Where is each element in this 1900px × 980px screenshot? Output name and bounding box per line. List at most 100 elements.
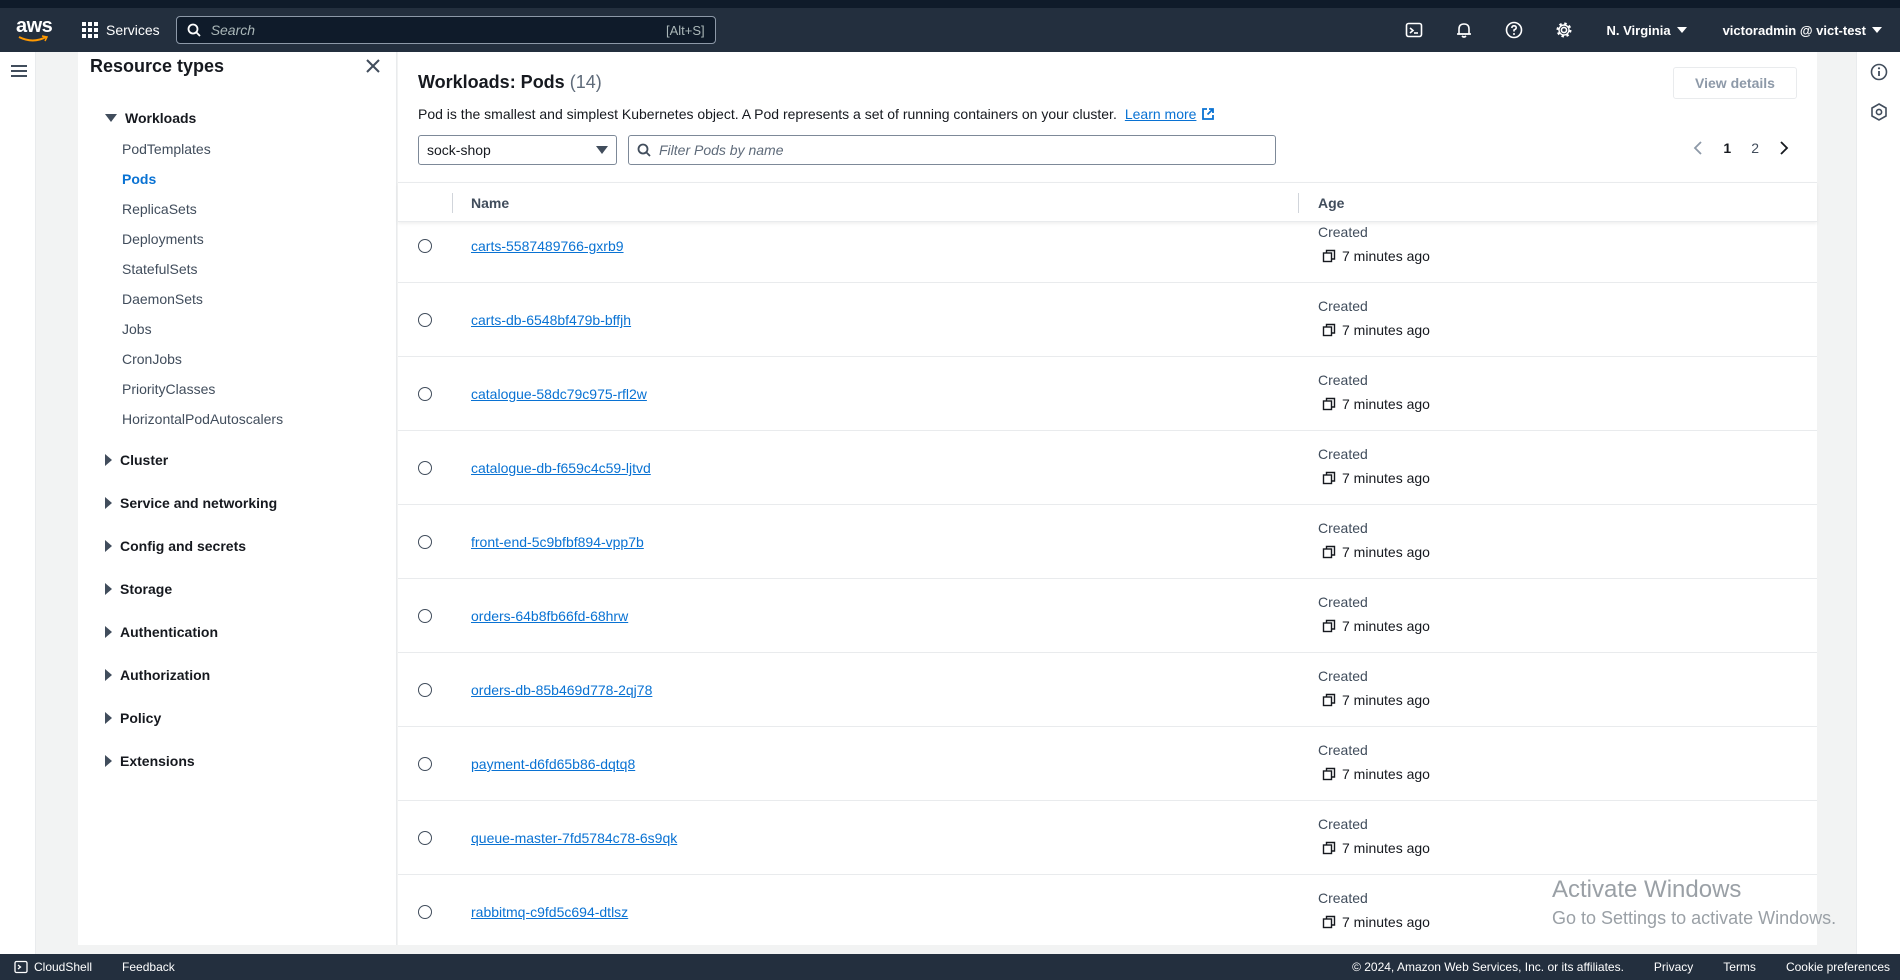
tree-item-jobs[interactable]: Jobs <box>122 321 152 337</box>
pod-name-link[interactable]: orders-db-85b469d778-2qj78 <box>471 682 652 698</box>
namespace-select[interactable]: sock-shop <box>418 135 617 165</box>
row-select-radio[interactable] <box>418 757 432 771</box>
pod-name-link[interactable]: payment-d6fd65b86-dqtq8 <box>471 756 635 772</box>
pod-name-link[interactable]: catalogue-db-f659c4c59-ljtvd <box>471 460 651 476</box>
row-select-radio[interactable] <box>418 239 432 253</box>
gear-icon <box>1555 22 1572 38</box>
help-button[interactable] <box>1489 8 1539 52</box>
filter-pods-input[interactable] <box>659 142 1267 158</box>
row-select-radio[interactable] <box>418 905 432 919</box>
search-shortcut: [Alt+S] <box>666 22 705 38</box>
tree-item-statefulsets[interactable]: StatefulSets <box>122 261 198 277</box>
page-2[interactable]: 2 <box>1751 140 1759 156</box>
tree-group-label: Service and networking <box>120 495 278 511</box>
page-title: Workloads: Pods (14) <box>418 72 602 93</box>
column-header-age[interactable]: Age <box>1318 195 1344 211</box>
view-details-button[interactable]: View details <box>1673 67 1797 99</box>
tree-group-storage[interactable]: Storage <box>105 581 172 597</box>
tree-group-label: Cluster <box>120 452 169 468</box>
feedback-link[interactable]: Feedback <box>122 960 175 974</box>
tree-group-policy[interactable]: Policy <box>105 710 161 726</box>
chevron-right-icon[interactable] <box>1779 141 1789 155</box>
pod-name-link[interactable]: orders-64b8fb66fd-68hrw <box>471 608 628 624</box>
tree-item-cronjobs[interactable]: CronJobs <box>122 351 182 367</box>
chevron-left-icon[interactable] <box>1693 141 1703 155</box>
learn-more-link[interactable]: Learn more <box>1125 106 1216 122</box>
pod-name-link[interactable]: rabbitmq-c9fd5c694-dtlsz <box>471 904 628 920</box>
search-input[interactable] <box>210 22 667 38</box>
row-select-radio[interactable] <box>418 461 432 475</box>
cookie-preferences-link[interactable]: Cookie preferences <box>1786 960 1890 974</box>
table-row[interactable]: carts-5587489766-gxrb9 Created 7 minutes a… <box>398 222 1817 283</box>
terms-link[interactable]: Terms <box>1723 960 1756 974</box>
age-value: 7 minutes ago <box>1322 322 1430 338</box>
account-menu[interactable]: victoradmin @ vict-test <box>1705 23 1900 38</box>
tree-group-workloads[interactable]: Workloads <box>105 110 196 126</box>
tree-item-replicasets[interactable]: ReplicaSets <box>122 201 197 217</box>
filter-pods[interactable] <box>628 135 1276 165</box>
tree-item-podtemplates[interactable]: PodTemplates <box>122 141 211 157</box>
services-menu-button[interactable]: Services <box>82 22 160 38</box>
hexagon-tools-icon[interactable] <box>1869 102 1889 122</box>
hamburger-menu-icon[interactable] <box>11 65 27 77</box>
copy-icon[interactable] <box>1322 841 1336 855</box>
info-icon[interactable] <box>1869 62 1889 82</box>
tree-item-horizontalpodautoscalers[interactable]: HorizontalPodAutoscalers <box>122 411 283 427</box>
tree-item-deployments[interactable]: Deployments <box>122 231 204 247</box>
column-header-name[interactable]: Name <box>471 195 509 211</box>
row-select-radio[interactable] <box>418 535 432 549</box>
pod-count: (14) <box>569 72 602 92</box>
tree-group-label: Authorization <box>120 667 211 683</box>
copy-icon[interactable] <box>1322 471 1336 485</box>
cloudshell-footer-button[interactable]: CloudShell <box>14 960 92 974</box>
page-1[interactable]: 1 <box>1723 140 1731 156</box>
row-select-radio[interactable] <box>418 831 432 845</box>
table-row[interactable]: payment-d6fd65b86-dqtq8 Created 7 minutes … <box>398 727 1817 801</box>
table-row[interactable]: orders-db-85b469d778-2qj78 Created 7 minut… <box>398 653 1817 727</box>
row-select-radio[interactable] <box>418 387 432 401</box>
tree-group-authorization[interactable]: Authorization <box>105 667 210 683</box>
close-icon[interactable] <box>363 56 383 76</box>
age-value: 7 minutes ago <box>1322 766 1430 782</box>
table-row[interactable]: orders-64b8fb66fd-68hrw Created 7 minutes … <box>398 579 1817 653</box>
table-row[interactable]: catalogue-58dc79c975-rfl2w Created 7 minut… <box>398 357 1817 431</box>
global-search[interactable]: [Alt+S] <box>175 16 716 44</box>
copy-icon[interactable] <box>1322 397 1336 411</box>
copy-icon[interactable] <box>1322 619 1336 633</box>
region-selector[interactable]: N. Virginia <box>1589 23 1705 38</box>
aws-logo[interactable]: aws <box>16 15 53 45</box>
copy-icon[interactable] <box>1322 915 1336 929</box>
pod-name-link[interactable]: carts-db-6548bf479b-bffjh <box>471 312 631 328</box>
copy-icon[interactable] <box>1322 249 1336 263</box>
notifications-button[interactable] <box>1439 8 1489 52</box>
pod-name-link[interactable]: catalogue-58dc79c975-rfl2w <box>471 386 647 402</box>
age-value: 7 minutes ago <box>1322 914 1430 930</box>
tree-group-cluster[interactable]: Cluster <box>105 452 168 468</box>
tree-item-pods[interactable]: Pods <box>122 171 156 187</box>
settings-button[interactable] <box>1539 8 1589 52</box>
privacy-link[interactable]: Privacy <box>1654 960 1693 974</box>
tree-group-authentication[interactable]: Authentication <box>105 624 218 640</box>
row-select-radio[interactable] <box>418 313 432 327</box>
table-row[interactable]: front-end-5c9bfbf894-vpp7b Created 7 minut… <box>398 505 1817 579</box>
row-select-radio[interactable] <box>418 609 432 623</box>
top-navigation: aws Services [Alt+S] N. Virginia victora… <box>0 0 1900 52</box>
copy-icon[interactable] <box>1322 693 1336 707</box>
tree-item-daemonsets[interactable]: DaemonSets <box>122 291 203 307</box>
pod-name-link[interactable]: front-end-5c9bfbf894-vpp7b <box>471 534 644 550</box>
table-row[interactable]: carts-db-6548bf479b-bffjh Created 7 minute… <box>398 283 1817 357</box>
tree-group-extensions[interactable]: Extensions <box>105 753 195 769</box>
copy-icon[interactable] <box>1322 767 1336 781</box>
table-row[interactable]: queue-master-7fd5784c78-6s9qk Created 7 mi… <box>398 801 1817 875</box>
pod-name-link[interactable]: carts-5587489766-gxrb9 <box>471 238 624 254</box>
copy-icon[interactable] <box>1322 323 1336 337</box>
table-row[interactable]: catalogue-db-f659c4c59-ljtvd Created 7 min… <box>398 431 1817 505</box>
pod-name-link[interactable]: queue-master-7fd5784c78-6s9qk <box>471 830 677 846</box>
tree-group-config-and-secrets[interactable]: Config and secrets <box>105 538 246 554</box>
tree-group-service-and-networking[interactable]: Service and networking <box>105 495 277 511</box>
cloudshell-button[interactable] <box>1389 8 1439 52</box>
tree-item-priorityclasses[interactable]: PriorityClasses <box>122 381 215 397</box>
row-select-radio[interactable] <box>418 683 432 697</box>
column-divider[interactable] <box>1298 193 1299 213</box>
copy-icon[interactable] <box>1322 545 1336 559</box>
